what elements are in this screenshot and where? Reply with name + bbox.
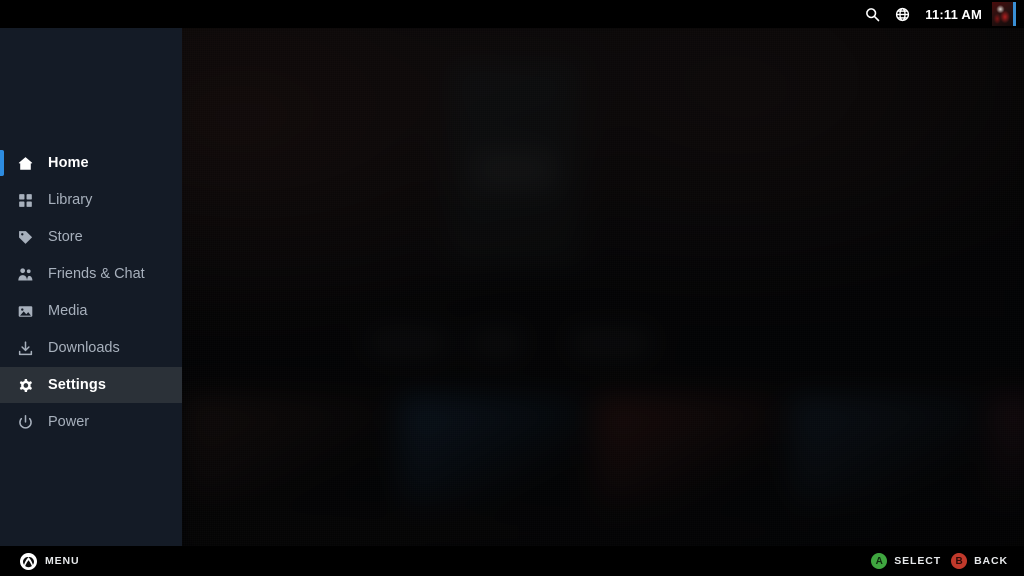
clock: 11:11 AM: [925, 6, 982, 22]
avatar[interactable]: [992, 2, 1016, 26]
power-icon: [16, 413, 34, 431]
gear-icon: [16, 376, 34, 394]
image-icon: [16, 302, 34, 320]
action-hint-b[interactable]: B BACK: [951, 553, 1008, 569]
sidebar-item-label: Library: [48, 192, 93, 208]
featured-action-pill: [470, 331, 525, 355]
featured-action-pill: [568, 331, 654, 355]
sidebar-item-label: Power: [48, 414, 90, 430]
game-capsule: [990, 396, 1024, 507]
tag-icon: [16, 228, 34, 246]
controller-hint-bar: MENU A SELECT B BACK: [0, 546, 1024, 576]
button-b-icon: B: [951, 553, 968, 569]
sidebar-item-media[interactable]: Media: [0, 293, 182, 329]
sidebar-item-library[interactable]: Library: [0, 182, 182, 218]
top-status-bar: 11:11 AM: [0, 0, 1024, 28]
search-icon[interactable]: [857, 0, 887, 28]
game-capsule: [595, 396, 779, 507]
xbox-button-icon: [20, 552, 37, 570]
action-hints: A SELECT B BACK: [871, 553, 1024, 569]
sidebar-item-label: Media: [48, 303, 88, 319]
action-hint-label: BACK: [974, 555, 1008, 567]
globe-icon[interactable]: [887, 0, 917, 28]
featured-action-pill: [366, 331, 450, 355]
sidebar-item-label: Downloads: [48, 340, 120, 356]
game-capsule: [790, 396, 978, 507]
navigation-sidebar: Home Library Store Friends & Chat Media Downl…: [0, 28, 182, 546]
menu-hint-label: MENU: [45, 555, 80, 567]
avatar-status-indicator: [1013, 2, 1016, 26]
sidebar-nav-list: Home Library Store Friends & Chat Media Downl…: [0, 145, 182, 441]
people-icon: [16, 265, 34, 283]
game-capsule: [399, 396, 583, 507]
sidebar-item-downloads[interactable]: Downloads: [0, 330, 182, 366]
sidebar-focus-indicator: [0, 150, 4, 176]
sidebar-item-home[interactable]: Home: [0, 145, 182, 181]
sidebar-item-friends[interactable]: Friends & Chat: [0, 256, 182, 292]
sidebar-item-label: Settings: [48, 377, 106, 393]
avatar-image: [992, 2, 1013, 26]
sidebar-item-settings[interactable]: Settings: [0, 367, 182, 403]
home-icon: [16, 154, 34, 172]
sidebar-item-store[interactable]: Store: [0, 219, 182, 255]
download-icon: [16, 339, 34, 357]
grid-icon: [16, 191, 34, 209]
sidebar-item-label: Friends & Chat: [48, 266, 145, 282]
menu-hint[interactable]: MENU: [0, 552, 80, 570]
sidebar-item-label: Store: [48, 229, 83, 245]
game-capsule: [183, 396, 388, 507]
big-picture-screen: 11:11 AM Home Library Store Friends & Chat M…: [0, 0, 1024, 576]
sidebar-item-label: Home: [48, 155, 89, 171]
button-a-icon: A: [871, 553, 888, 569]
sidebar-item-power[interactable]: Power: [0, 404, 182, 440]
action-hint-a[interactable]: A SELECT: [871, 553, 941, 569]
featured-game-title-block: [474, 152, 556, 189]
action-hint-label: SELECT: [894, 555, 942, 567]
